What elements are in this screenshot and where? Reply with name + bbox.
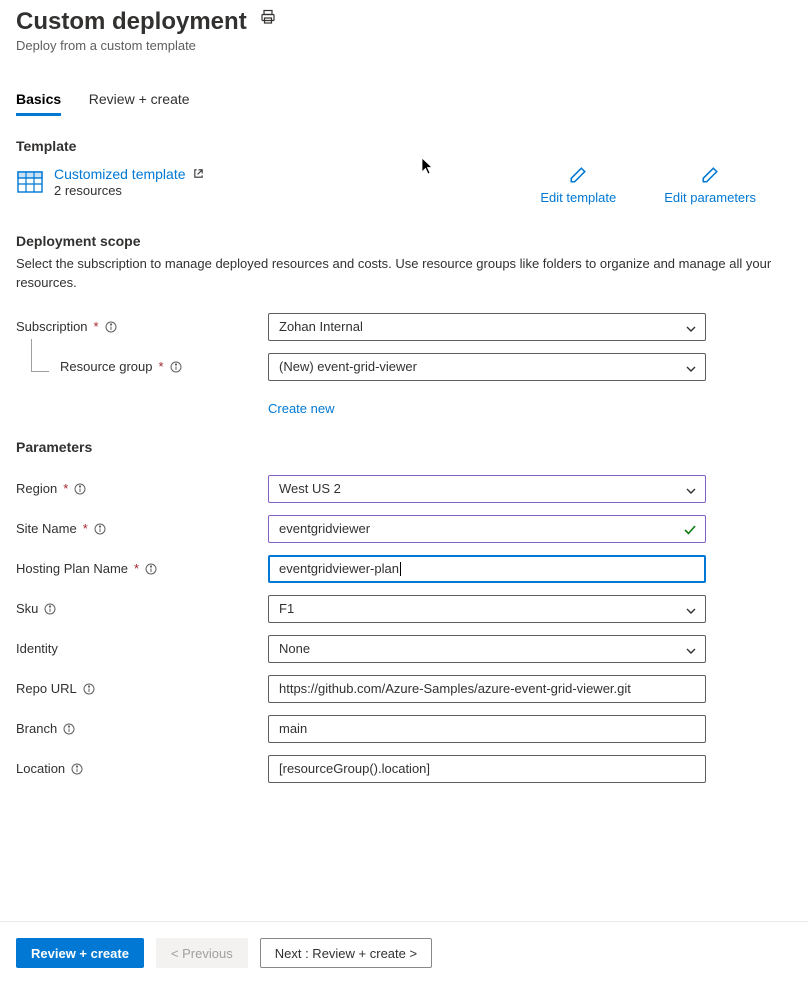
customized-template-link[interactable]: Customized template [54, 166, 204, 182]
tab-review-create[interactable]: Review + create [89, 91, 190, 113]
info-icon[interactable] [170, 361, 182, 373]
chevron-down-icon [685, 363, 697, 378]
sku-value: F1 [279, 601, 294, 616]
resource-group-label: Resource group* [16, 359, 268, 374]
page-subtitle: Deploy from a custom template [16, 38, 792, 53]
subscription-value: Zohan Internal [279, 319, 363, 334]
hosting-plan-input[interactable]: eventgridviewer-plan [268, 555, 706, 583]
info-icon[interactable] [44, 603, 56, 615]
chevron-down-icon [685, 645, 697, 660]
region-select[interactable]: West US 2 [268, 475, 706, 503]
branch-value: main [279, 721, 307, 736]
chevron-down-icon [685, 323, 697, 338]
branch-input[interactable]: main [268, 715, 706, 743]
region-label: Region* [16, 481, 268, 496]
edit-template-link[interactable]: Edit template [540, 166, 616, 205]
print-icon[interactable] [260, 9, 276, 28]
subscription-label: Subscription* [16, 319, 268, 334]
next-button[interactable]: Next : Review + create > [260, 938, 432, 968]
resource-group-value: (New) event-grid-viewer [279, 359, 417, 374]
site-name-value: eventgridviewer [279, 521, 370, 536]
region-value: West US 2 [279, 481, 341, 496]
page-title: Custom deployment [16, 8, 247, 36]
info-icon[interactable] [94, 523, 106, 535]
subscription-select[interactable]: Zohan Internal [268, 313, 706, 341]
review-create-button[interactable]: Review + create [16, 938, 144, 968]
edit-parameters-label: Edit parameters [664, 190, 756, 205]
location-value: [resourceGroup().location] [279, 761, 430, 776]
tabs: Basics Review + create [16, 91, 792, 116]
footer: Review + create < Previous Next : Review… [0, 921, 808, 984]
chevron-down-icon [685, 485, 697, 500]
repo-url-value: https://github.com/Azure-Samples/azure-e… [279, 681, 631, 696]
create-new-link[interactable]: Create new [268, 401, 334, 416]
section-template-title: Template [16, 138, 792, 154]
edit-template-label: Edit template [540, 190, 616, 205]
hosting-plan-label: Hosting Plan Name* [16, 561, 268, 576]
info-icon[interactable] [105, 321, 117, 333]
external-link-icon [193, 166, 204, 182]
repo-url-label: Repo URL [16, 681, 268, 696]
section-scope-title: Deployment scope [16, 233, 792, 249]
info-icon[interactable] [63, 723, 75, 735]
template-resource-count: 2 resources [54, 183, 204, 198]
branch-label: Branch [16, 721, 268, 736]
edit-parameters-link[interactable]: Edit parameters [664, 166, 756, 205]
identity-label: Identity [16, 641, 268, 656]
sku-select[interactable]: F1 [268, 595, 706, 623]
previous-button: < Previous [156, 938, 248, 968]
site-name-input[interactable]: eventgridviewer [268, 515, 706, 543]
section-parameters-title: Parameters [16, 439, 792, 455]
info-icon[interactable] [83, 683, 95, 695]
location-input[interactable]: [resourceGroup().location] [268, 755, 706, 783]
resource-group-select[interactable]: (New) event-grid-viewer [268, 353, 706, 381]
location-label: Location [16, 761, 268, 776]
info-icon[interactable] [71, 763, 83, 775]
hosting-plan-value: eventgridviewer-plan [279, 561, 399, 576]
sku-label: Sku [16, 601, 268, 616]
identity-value: None [279, 641, 310, 656]
scope-description: Select the subscription to manage deploy… [16, 255, 792, 293]
site-name-label: Site Name* [16, 521, 268, 536]
info-icon[interactable] [74, 483, 86, 495]
info-icon[interactable] [145, 563, 157, 575]
text-caret [400, 562, 401, 576]
repo-url-input[interactable]: https://github.com/Azure-Samples/azure-e… [268, 675, 706, 703]
template-icon [16, 168, 44, 196]
chevron-down-icon [685, 605, 697, 620]
identity-select[interactable]: None [268, 635, 706, 663]
tab-basics[interactable]: Basics [16, 91, 61, 116]
checkmark-icon [683, 523, 697, 540]
customized-template-label: Customized template [54, 166, 186, 182]
